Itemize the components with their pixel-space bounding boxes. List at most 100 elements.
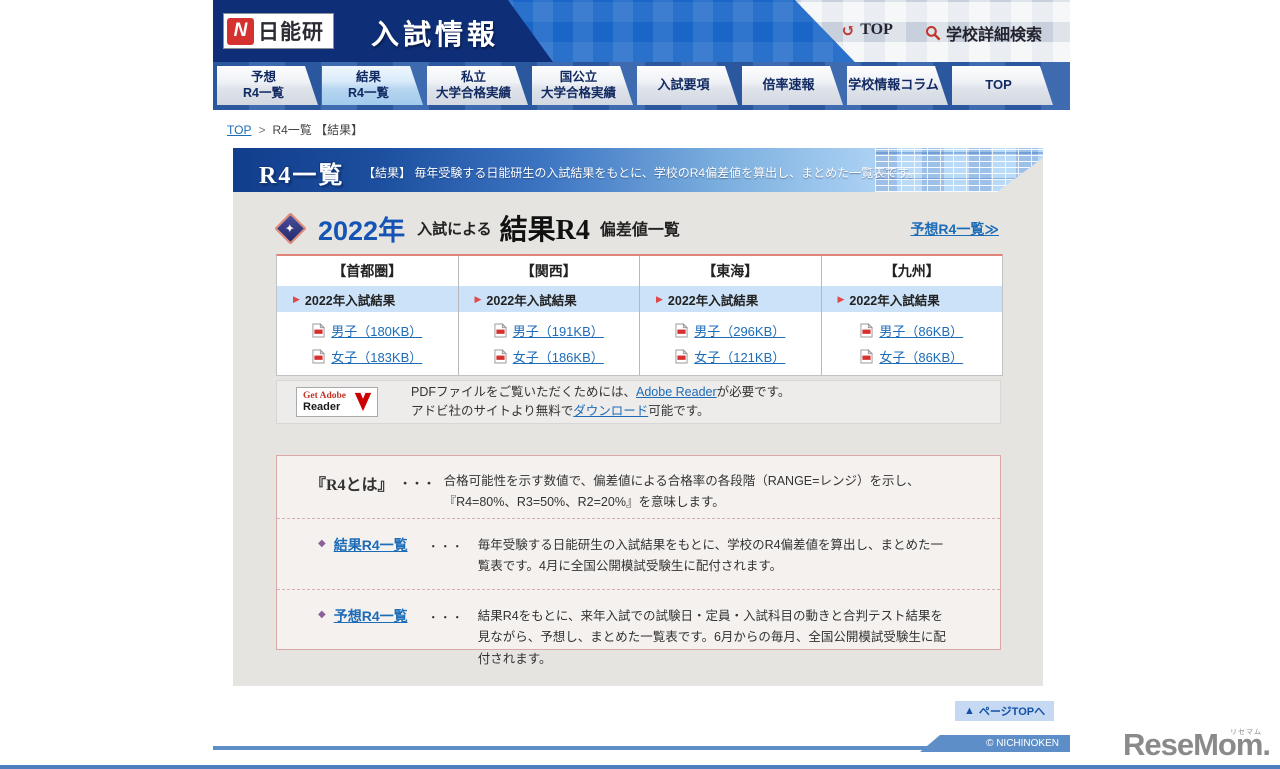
- breadcrumb-separator: >: [258, 122, 266, 137]
- main-nav: 予想 R4一覧 結果 R4一覧 私立 大学合格実績 国公立 大学合格実績 入試要項 倍率…: [213, 62, 1070, 110]
- site-title: 入試情報: [371, 20, 500, 51]
- page-top-label: ページTOPへ: [978, 706, 1046, 718]
- pdf-link-danshi[interactable]: 男子（86KB）: [860, 321, 963, 340]
- kekka-r4-list-link[interactable]: 結果R4一覧: [334, 535, 422, 555]
- region-column-tokai: 【東海】 ▶ 2022年入試結果 男子（296KB） 女子（121KB）: [639, 256, 821, 375]
- page: N 日能研 入試情報 ↺ TOP 学校詳細検索 予想 R4一覧 結果 R4一覧 私立…: [0, 0, 1280, 769]
- school-search-label: 学校詳細検索: [946, 27, 1043, 44]
- page-title-band: R4一覧 【結果】 毎年受験する日能研生の入試結果をもとに、学校のR4偏差値を算…: [233, 148, 1043, 192]
- badge-line1: Get Adobe: [303, 390, 347, 401]
- download-link[interactable]: ダウンロード: [573, 404, 648, 418]
- section-heading: ✦ 2022年 入試による 結果R4 偏差値一覧 予想R4一覧≫: [233, 206, 1043, 250]
- result-row-label: ▶ 2022年入試結果: [277, 286, 458, 312]
- page-title: R4一覧: [259, 163, 345, 189]
- diamond-bullet-icon: ◆: [318, 538, 326, 549]
- section-label-1: 入試による: [417, 221, 492, 238]
- nav-tab-nyushi-youkou[interactable]: 入試要項: [637, 66, 738, 105]
- red-arrow-icon: ▶: [837, 293, 845, 304]
- diamond-icon: ✦: [274, 211, 307, 245]
- site-header: N 日能研 入試情報 ↺ TOP 学校詳細検索: [213, 0, 1070, 62]
- region-header: 【関西】: [458, 256, 639, 286]
- logo-n-icon: N: [227, 17, 254, 45]
- badge-line2: Reader: [303, 401, 341, 414]
- pdf-link-joshi[interactable]: 女子（121KB）: [675, 347, 785, 366]
- page-title-description: 【結果】 毎年受験する日能研生の入試結果をもとに、学校のR4偏差値を算出し、まと…: [363, 166, 920, 180]
- reload-icon: ↺: [841, 20, 856, 40]
- nichinoken-logo[interactable]: N 日能研: [223, 13, 334, 49]
- copyright-block: © NICHINOKEN: [920, 735, 1070, 752]
- header-top-link[interactable]: ↺ TOP: [841, 21, 893, 39]
- pdf-link-danshi[interactable]: 男子（180KB）: [312, 321, 422, 340]
- resemom-kana-label: リセマム: [1230, 729, 1262, 736]
- region-header: 【九州】: [821, 256, 1002, 286]
- pdf-link-danshi[interactable]: 男子（191KB）: [494, 321, 604, 340]
- red-arrow-icon: ▶: [293, 293, 300, 304]
- section-label-3: 偏差値一覧: [599, 222, 680, 239]
- copyright-text: © NICHINOKEN: [986, 738, 1059, 749]
- region-header: 【東海】: [640, 256, 821, 286]
- r4-info-box: 『R4とは』 ・・・ 合格可能性を示す数値で、偏差値による合格率の各段階（RAN…: [276, 455, 1001, 666]
- adobe-note-line2: アドビ社のサイトより無料でダウンロード可能です。: [411, 404, 710, 418]
- adobe-reader-note: Get Adobe Reader PDFファイルをご覧いただくためには、Adob…: [276, 380, 1001, 424]
- kekka-r4-row: ◆ 結果R4一覧 ・・・ 毎年受験する日能研生の入試結果をもとに、学校のR4偏差…: [277, 518, 1000, 589]
- pdf-link-joshi[interactable]: 女子（183KB）: [312, 347, 422, 366]
- yosou-r4-row: ◆ 予想R4一覧 ・・・ 結果R4をもとに、来年入試での試験日・定員・入試科目の…: [277, 589, 1000, 666]
- school-search-link[interactable]: 学校詳細検索: [925, 21, 1042, 45]
- region-column-kyushu: 【九州】 ▶ 2022年入試結果 男子（86KB） 女子（86KB）: [820, 256, 1002, 375]
- result-row-label: ▶ 2022年入試結果: [458, 286, 639, 312]
- nav-tab-gakkou-column[interactable]: 学校情報コラム: [847, 66, 948, 105]
- pdf-icon: [312, 348, 326, 364]
- kekka-r4-description: 毎年受験する日能研生の入試結果をもとに、学校のR4偏差値を算出し、まとめた一覧表…: [477, 538, 944, 574]
- nav-tab-shiritsu-goukaku[interactable]: 私立 大学合格実績: [427, 66, 528, 105]
- adobe-note-line1: PDFファイルをご覧いただくためには、Adobe Readerが必要です。: [411, 384, 791, 399]
- pdf-icon: [312, 323, 326, 338]
- pdf-icon: [494, 348, 507, 364]
- red-arrow-icon: ▶: [474, 293, 482, 304]
- results-table: 【首都圏】 ▶ 2022年入試結果 男子（180KB） 女子（183KB） 【関…: [276, 254, 1003, 376]
- yosou-r4-list-link[interactable]: 予想R4一覧≫: [910, 219, 999, 239]
- get-adobe-reader-badge[interactable]: Get Adobe Reader: [296, 387, 378, 417]
- section-year: 2022年: [318, 215, 406, 246]
- pdf-link-joshi[interactable]: 女子（86KB）: [860, 347, 963, 366]
- adobe-reader-link[interactable]: Adobe Reader: [636, 385, 717, 399]
- region-column-shutoken: 【首都圏】 ▶ 2022年入試結果 男子（180KB） 女子（183KB）: [277, 256, 458, 375]
- nav-tab-kekka-r4[interactable]: 結果 R4一覧: [322, 66, 423, 105]
- yosou-r4-description: 結果R4をもとに、来年入試での試験日・定員・入試科目の動きと合判テスト結果を見な…: [477, 609, 946, 666]
- diamond-bullet-icon: ◆: [318, 609, 326, 620]
- pdf-icon: [675, 323, 689, 338]
- region-column-kansai: 【関西】 ▶ 2022年入試結果 男子（191KB） 女子（186KB）: [457, 256, 639, 375]
- adobe-swoosh-icon: [354, 392, 372, 412]
- header-top-label: TOP: [860, 21, 893, 38]
- dots-separator: ・・・: [399, 478, 436, 490]
- pdf-icon: [494, 323, 507, 338]
- bottom-border: [0, 765, 1280, 769]
- nav-tab-bairitsu-sokuhou[interactable]: 倍率速報: [742, 66, 843, 105]
- nav-tab-top[interactable]: TOP: [952, 66, 1053, 105]
- section-label-2: 結果R4: [499, 215, 590, 246]
- r4-definition-title: 『R4とは』: [310, 477, 394, 494]
- nav-tab-yosou-r4[interactable]: 予想 R4一覧: [217, 66, 318, 105]
- page-top-button[interactable]: ▲ ページTOPへ: [955, 701, 1055, 721]
- r4-definition-row: 『R4とは』 ・・・ 合格可能性を示す数値で、偏差値による合格率の各段階（RAN…: [277, 456, 1000, 518]
- pdf-icon: [860, 323, 874, 338]
- nav-tab-kokkouritsu-goukaku[interactable]: 国公立 大学合格実績: [532, 66, 633, 105]
- pdf-icon: [860, 348, 874, 364]
- region-header: 【首都圏】: [277, 256, 458, 286]
- result-row-label: ▶ 2022年入試結果: [640, 286, 821, 312]
- pdf-link-danshi[interactable]: 男子（296KB）: [675, 321, 785, 340]
- red-arrow-icon: ▶: [656, 293, 663, 304]
- pdf-icon: [675, 348, 689, 364]
- pdf-link-joshi[interactable]: 女子（186KB）: [494, 347, 604, 366]
- yosou-r4-list-link-2[interactable]: 予想R4一覧: [334, 606, 422, 626]
- resemom-logo: リセマム ReseMom.: [1123, 726, 1271, 763]
- up-arrow-icon: ▲: [964, 705, 975, 717]
- dots-separator: ・・・: [427, 541, 464, 553]
- result-row-label: ▶ 2022年入試結果: [821, 286, 1002, 312]
- breadcrumb-top-link[interactable]: TOP: [227, 123, 251, 137]
- footer: © NICHINOKEN: [213, 735, 1070, 752]
- logo-brand-text: 日能研: [258, 21, 324, 44]
- breadcrumb-current: R4一覧 【結果】: [272, 123, 364, 137]
- r4-definition-text: 合格可能性を示す数値で、偏差値による合格率の各段階（RANGE=レンジ）を示し、…: [443, 474, 920, 510]
- breadcrumb: TOP > R4一覧 【結果】: [227, 121, 363, 138]
- search-icon: [926, 26, 941, 41]
